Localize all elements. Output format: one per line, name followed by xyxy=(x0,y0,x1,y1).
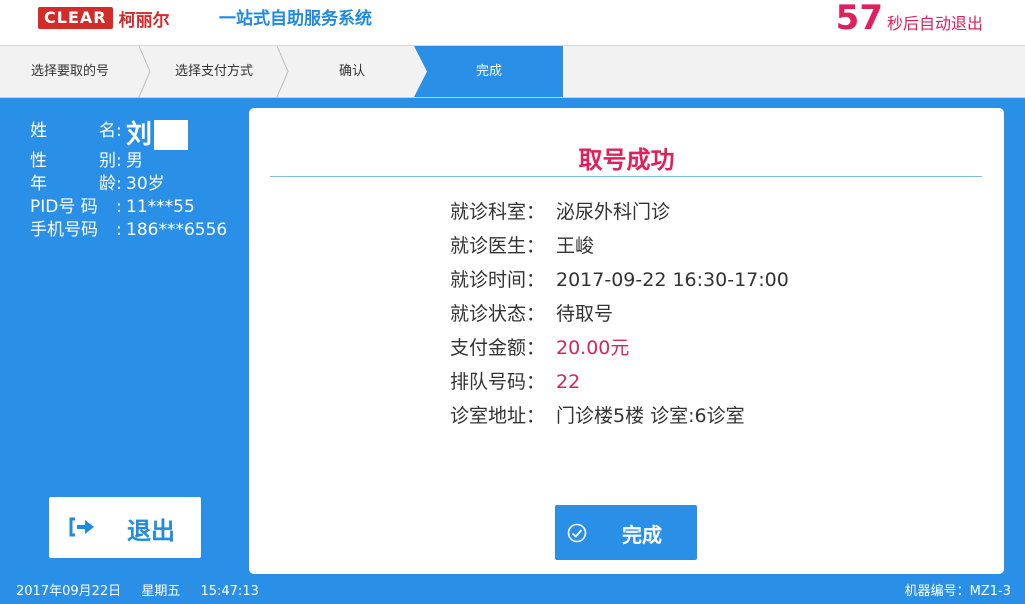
system-title: 一站式自助服务系统 xyxy=(219,9,372,29)
patient-name-value: 刘 xyxy=(126,120,189,150)
done-button[interactable]: 完成 xyxy=(555,505,697,560)
step-confirm: 确认 xyxy=(290,46,414,97)
step-select-number: 选择要取的号 xyxy=(0,46,140,97)
brand-logo: CLEAR 柯丽尔 xyxy=(38,7,170,31)
patient-name-row: 姓 名 : 刘 xyxy=(30,120,227,150)
patient-pid-row: PID号 码 : 11***55 xyxy=(30,197,195,217)
step-select-payment: 选择支付方式 xyxy=(150,46,278,97)
patient-age-row: 年 龄 : 30岁 xyxy=(30,174,165,194)
phone-label: 手机号码 xyxy=(30,220,98,240)
detail-row-department: 就诊科室： 泌尿外科门诊 xyxy=(450,201,671,223)
machine-number: 机器编号：MZ1-3 xyxy=(904,584,1011,599)
logo-chinese-name: 柯丽尔 xyxy=(118,10,170,31)
patient-gender-value: 男 xyxy=(126,151,143,171)
auto-exit-countdown: 57 秒后自动退出 xyxy=(836,0,983,37)
patient-info-panel: 姓 名 : 刘 性 别 : 男 年 龄 : 30岁 PID号 码 : 11***… xyxy=(30,120,227,242)
step-progress-bar: 选择要取的号 选择支付方式 确认 完成 xyxy=(0,46,1025,98)
step-label: 确认 xyxy=(338,64,365,79)
step-label: 完成 xyxy=(475,64,502,79)
result-card: 取号成功 就诊科室： 泌尿外科门诊 就诊医生： 王峻 就诊时间： 2017-09… xyxy=(249,108,1004,574)
logout-icon xyxy=(69,517,94,537)
name-label: 姓 名 xyxy=(30,121,116,141)
footer-bar: 2017年09月22日 星期五 15:47:13 机器编号：MZ1-3 xyxy=(0,574,1025,604)
exit-button-label: 退出 xyxy=(127,517,175,545)
step-separator-icon xyxy=(276,46,289,97)
step-label: 选择要取的号 xyxy=(30,64,109,79)
patient-gender-row: 性 别 : 男 xyxy=(30,151,143,171)
footer-weekday: 星期五 xyxy=(141,584,181,599)
pid-label: PID号 码 xyxy=(30,197,98,217)
detail-row-queue-number: 排队号码： 22 xyxy=(450,371,581,393)
countdown-seconds: 57 xyxy=(835,0,883,38)
header-bar: CLEAR 柯丽尔 一站式自助服务系统 57 秒后自动退出 xyxy=(0,0,1025,46)
detail-row-doctor: 就诊医生： 王峻 xyxy=(450,235,595,257)
name-redaction-mask xyxy=(154,120,189,150)
footer-time: 15:47:13 xyxy=(200,584,259,599)
age-label: 年 龄 xyxy=(30,174,116,194)
patient-phone-value: 186***6556 xyxy=(126,220,228,240)
patient-pid-value: 11***55 xyxy=(126,197,195,217)
countdown-text: 秒后自动退出 xyxy=(886,14,983,33)
footer-datetime: 2017年09月22日 星期五 15:47:13 xyxy=(16,580,275,599)
detail-row-time: 就诊时间： 2017-09-22 16:30-17:00 xyxy=(450,269,789,291)
step-complete: 完成 xyxy=(414,46,564,97)
detail-row-room-address: 诊室地址： 门诊楼5楼 诊室:6诊室 xyxy=(450,405,745,427)
gender-label: 性 别 xyxy=(30,151,116,171)
exit-button[interactable]: 退出 xyxy=(49,497,201,558)
logo-text: CLEAR xyxy=(38,7,113,29)
done-button-label: 完成 xyxy=(622,523,662,547)
check-circle-icon xyxy=(567,523,587,543)
detail-row-payment: 支付金额： 20.00元 xyxy=(450,337,630,359)
detail-row-status: 就诊状态： 待取号 xyxy=(450,303,614,325)
patient-phone-row: 手机号码 : 186***6556 xyxy=(30,220,228,240)
step-label: 选择支付方式 xyxy=(174,64,253,79)
card-title: 取号成功 xyxy=(578,146,675,174)
patient-age-value: 30岁 xyxy=(126,174,165,194)
appointment-details: 就诊科室： 泌尿外科门诊 就诊医生： 王峻 就诊时间： 2017-09-22 1… xyxy=(450,195,789,433)
title-divider xyxy=(270,176,982,177)
footer-date: 2017年09月22日 xyxy=(16,584,122,599)
